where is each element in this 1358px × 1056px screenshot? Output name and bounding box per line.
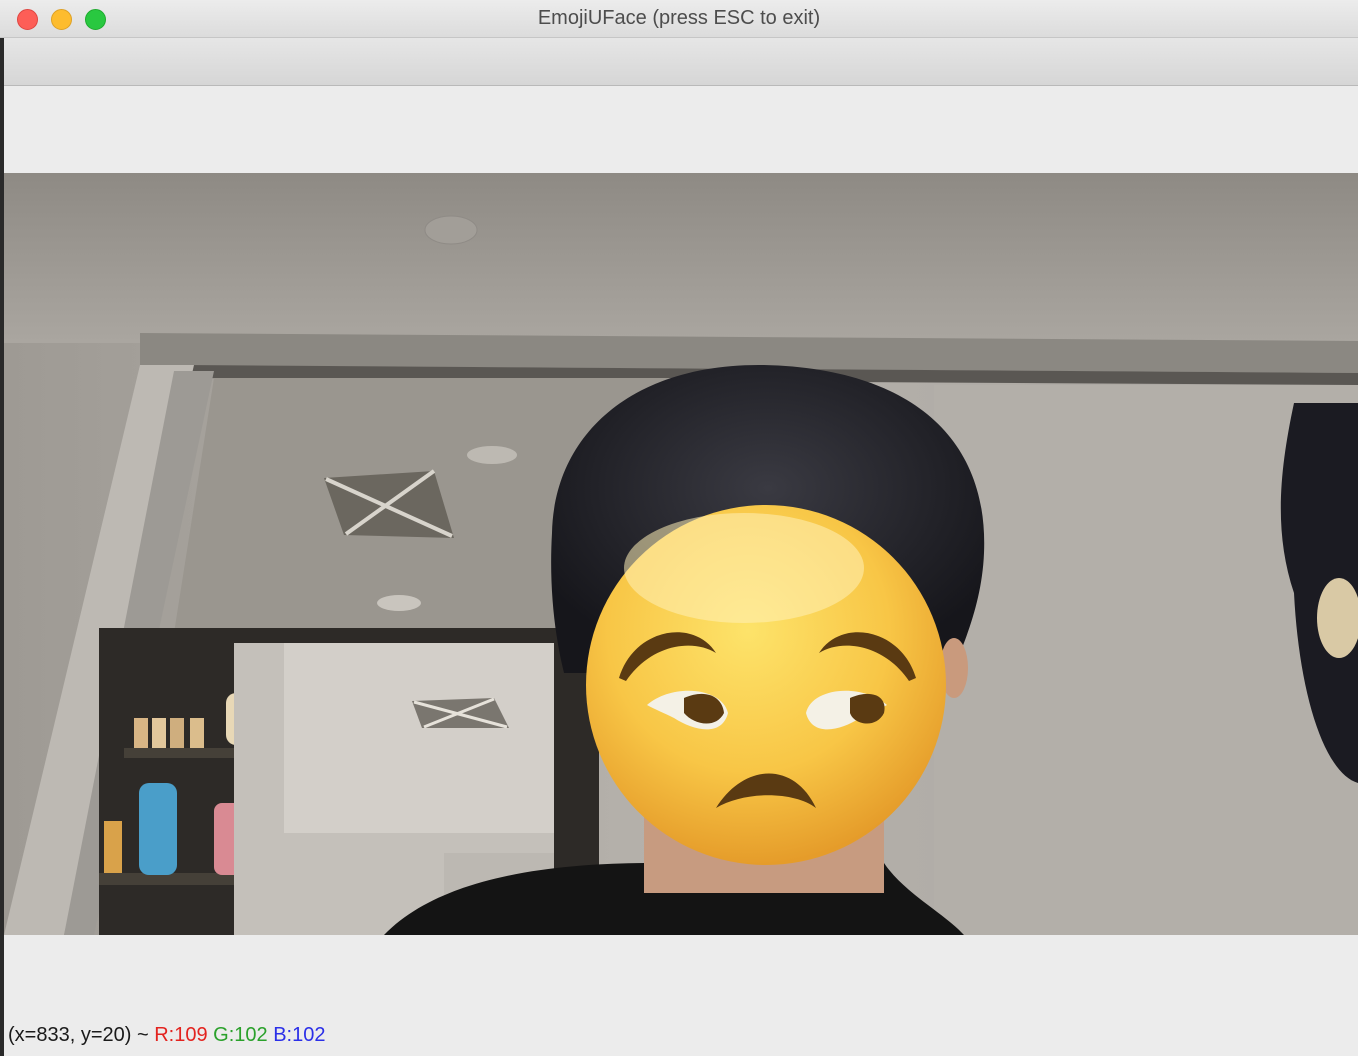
title-bar[interactable]: EmojiUFace (press ESC to exit): [0, 0, 1358, 38]
toolbar: [4, 38, 1358, 86]
pixel-red-value: R:109: [154, 1024, 208, 1046]
camera-feed[interactable]: [4, 173, 1358, 935]
pixel-green-value: G:102: [213, 1024, 268, 1046]
app-window: EmojiUFace (press ESC to exit) (x=833, y…: [0, 0, 1358, 1056]
status-bar: (x=833, y=20) ~ R:109 G:102 B:102: [8, 1024, 325, 1047]
camera-scene: [4, 173, 1358, 935]
window-title: EmojiUFace (press ESC to exit): [537, 7, 821, 29]
pixel-blue-value: B:102: [273, 1024, 326, 1046]
cursor-coordinates: (x=833, y=20) ~: [8, 1024, 155, 1046]
unamused-face-icon: [586, 505, 946, 865]
